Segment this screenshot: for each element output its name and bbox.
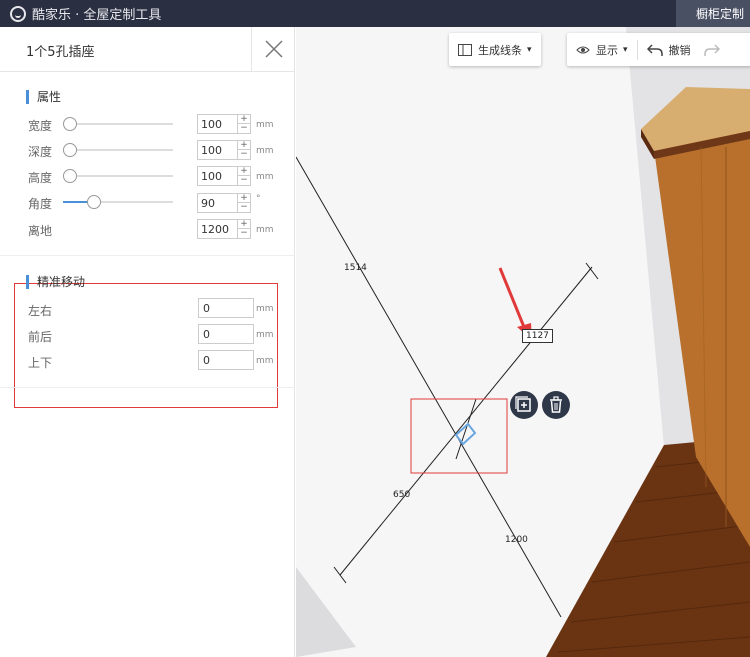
undo-button[interactable]: 撤销: [638, 33, 700, 66]
divider: [0, 387, 295, 388]
decrement-button[interactable]: −: [237, 229, 250, 238]
delete-button[interactable]: [542, 391, 570, 419]
decrement-button[interactable]: −: [237, 150, 250, 159]
redo-icon: [703, 43, 720, 56]
slider-knob[interactable]: [63, 117, 77, 131]
dimension-label: 1514: [344, 263, 367, 273]
move-section-title: 精准移动: [26, 275, 85, 289]
up-down-input[interactable]: 0: [198, 350, 254, 370]
height-unit: mm: [256, 172, 274, 182]
panels-icon: [458, 43, 472, 56]
dimension-input[interactable]: 1127: [522, 329, 553, 343]
front-back-input[interactable]: 0: [198, 324, 254, 344]
close-icon: [265, 40, 283, 58]
depth-label: 深度: [28, 145, 53, 159]
slider-knob[interactable]: [87, 195, 101, 209]
copy-button[interactable]: [510, 391, 538, 419]
angle-label: 角度: [28, 197, 53, 211]
panel-title: 1个5孔插座: [26, 45, 95, 60]
logo-icon: [10, 5, 26, 22]
ground-height-input[interactable]: 1200 + −: [197, 219, 251, 239]
chevron-down-icon: ▾: [527, 44, 532, 55]
3d-viewport[interactable]: 1514 1127 650 1200 生成线条 ▾ 显示 ▾ 撤销: [296, 27, 750, 657]
height-input[interactable]: 100 + −: [197, 166, 251, 186]
top-bar: 酷家乐 · 全屋定制工具 橱柜定制: [0, 0, 750, 27]
left-right-input[interactable]: 0: [198, 298, 254, 318]
undo-icon: [646, 43, 663, 56]
width-unit: mm: [256, 120, 274, 130]
depth-unit: mm: [256, 146, 274, 156]
angle-input[interactable]: 90 + −: [197, 193, 251, 213]
generate-lines-button[interactable]: 生成线条 ▾: [449, 33, 541, 66]
angle-unit: °: [256, 194, 261, 204]
chevron-down-icon: ▾: [623, 44, 628, 55]
divider: [0, 255, 295, 256]
width-slider[interactable]: [63, 117, 173, 131]
dimension-label: 650: [393, 490, 411, 500]
redo-button[interactable]: [700, 33, 730, 66]
property-panel: 1个5孔插座 属性 宽度 100 + − mm 深度 100 + − mm 高度: [0, 27, 295, 657]
depth-input[interactable]: 100 + −: [197, 140, 251, 160]
ground-height-label: 离地: [28, 224, 53, 238]
generate-lines-toolbar: 生成线条 ▾: [449, 33, 541, 66]
eye-icon: [576, 46, 590, 53]
slider-knob[interactable]: [63, 169, 77, 183]
trash-icon: [550, 396, 562, 413]
width-label: 宽度: [28, 119, 53, 133]
copy-icon: [515, 396, 531, 412]
panel-header: 1个5孔插座: [0, 27, 294, 72]
height-slider[interactable]: [63, 169, 173, 183]
ground-height-unit: mm: [256, 225, 274, 235]
module-tab[interactable]: 橱柜定制: [676, 0, 750, 27]
app-logo[interactable]: 酷家乐 · 全屋定制工具: [10, 0, 161, 27]
front-back-unit: mm: [256, 330, 274, 340]
close-button[interactable]: [251, 27, 295, 72]
up-down-unit: mm: [256, 356, 274, 366]
decrement-button[interactable]: −: [237, 124, 250, 133]
decrement-button[interactable]: −: [237, 176, 250, 185]
dimension-label: 1200: [505, 535, 528, 545]
height-label: 高度: [28, 171, 53, 185]
app-title: 酷家乐 · 全屋定制工具: [32, 8, 162, 23]
angle-slider[interactable]: [63, 195, 173, 209]
slider-knob[interactable]: [63, 143, 77, 157]
left-right-unit: mm: [256, 304, 274, 314]
decrement-button[interactable]: −: [237, 203, 250, 212]
width-input[interactable]: 100 + −: [197, 114, 251, 134]
depth-slider[interactable]: [63, 143, 173, 157]
props-section-title: 属性: [26, 90, 61, 104]
display-button[interactable]: 显示 ▾: [567, 33, 637, 66]
left-right-label: 左右: [28, 304, 53, 318]
front-back-label: 前后: [28, 330, 53, 344]
view-toolbar: 显示 ▾ 撤销: [567, 33, 750, 66]
up-down-label: 上下: [28, 356, 53, 370]
